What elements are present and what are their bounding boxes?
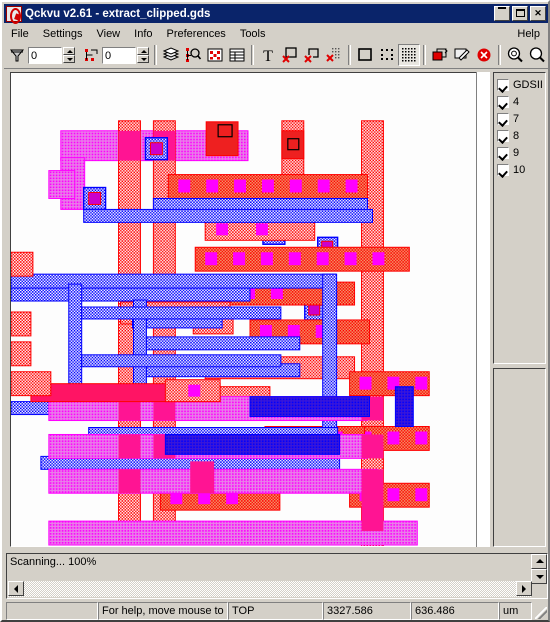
maximize-button[interactable] bbox=[512, 6, 528, 21]
delete-icon[interactable] bbox=[473, 44, 495, 66]
layer-row-4[interactable]: 4 bbox=[497, 93, 545, 110]
layout-drawing[interactable] bbox=[11, 73, 487, 546]
layer-label-4: 4 bbox=[513, 95, 520, 108]
menu-item-file[interactable]: File bbox=[4, 27, 36, 41]
close-button[interactable]: ✕ bbox=[530, 6, 546, 21]
window-controls: ✕ bbox=[494, 6, 548, 21]
status-units: um bbox=[499, 602, 532, 620]
title-bar: Qckvu v2.61 - extract_clipped.gds ✕ bbox=[4, 4, 548, 24]
status-x: 3327.586 bbox=[323, 602, 411, 620]
layer-label-7: 7 bbox=[513, 112, 520, 125]
depth-spinner[interactable]: 0 bbox=[28, 46, 75, 64]
level-input[interactable]: 0 bbox=[102, 46, 136, 64]
layer-checkbox-7[interactable] bbox=[497, 112, 509, 125]
status-help: For help, move mouse to n bbox=[98, 602, 228, 620]
layer-label-10: 10 bbox=[513, 163, 526, 176]
message-scroll-left[interactable] bbox=[8, 581, 24, 596]
layer-checkbox-9[interactable] bbox=[497, 146, 509, 159]
layer-checkbox-10[interactable] bbox=[497, 163, 509, 176]
status-cell: TOP bbox=[228, 602, 323, 620]
svg-text:T: T bbox=[263, 48, 273, 64]
hide-paths-icon[interactable] bbox=[301, 44, 323, 66]
layer-row-gdsii[interactable]: GDSII bbox=[497, 76, 545, 93]
layer-checkbox-4[interactable] bbox=[497, 95, 509, 108]
edit-layer-icon[interactable] bbox=[451, 44, 473, 66]
menu-item-info[interactable]: Info bbox=[127, 27, 159, 41]
window-title: Qckvu v2.61 - extract_clipped.gds bbox=[25, 7, 211, 20]
layer-list-panel: GDSII 4 7 8 9 10 bbox=[493, 72, 546, 364]
status-y: 636.486 bbox=[411, 602, 499, 620]
layer-checkbox-8[interactable] bbox=[497, 129, 509, 142]
minimize-button[interactable] bbox=[494, 6, 510, 21]
depth-input[interactable]: 0 bbox=[28, 46, 62, 64]
hide-boxes-icon[interactable] bbox=[279, 44, 301, 66]
layer-row-8[interactable]: 8 bbox=[497, 127, 545, 144]
level-spin-down[interactable] bbox=[137, 55, 149, 63]
layer-label-9: 9 bbox=[513, 146, 520, 159]
toolbar-separator bbox=[498, 45, 501, 65]
layer-label-gdsii: GDSII bbox=[513, 78, 543, 91]
copy-layer-icon[interactable] bbox=[429, 44, 451, 66]
cell-browser-icon[interactable] bbox=[182, 44, 204, 66]
layer-row-9[interactable]: 9 bbox=[497, 144, 545, 161]
menu-item-help[interactable]: Help bbox=[510, 27, 548, 41]
toolbar-separator bbox=[154, 45, 157, 65]
zoom-in-icon[interactable] bbox=[504, 44, 526, 66]
message-scroll-down[interactable] bbox=[531, 569, 547, 584]
layer-label-8: 8 bbox=[513, 129, 520, 142]
canvas-scroll-strip[interactable] bbox=[476, 72, 490, 547]
solid-fill-icon[interactable] bbox=[398, 44, 420, 66]
status-bar: For help, move mouse to n TOP 3327.586 6… bbox=[6, 602, 548, 620]
menu-item-settings[interactable]: Settings bbox=[36, 27, 90, 41]
status-blank bbox=[6, 602, 98, 620]
message-scroll-up[interactable] bbox=[531, 554, 547, 569]
application-window: Qckvu v2.61 - extract_clipped.gds ✕ File… bbox=[0, 0, 550, 622]
toolbar-separator bbox=[348, 45, 351, 65]
toolbar: 0 0 T bbox=[4, 42, 548, 69]
message-scroll-right[interactable] bbox=[516, 581, 532, 596]
message-vscrollbar[interactable] bbox=[531, 554, 547, 584]
hide-fill-icon[interactable] bbox=[323, 44, 345, 66]
depth-spin-down[interactable] bbox=[63, 55, 75, 63]
layout-canvas[interactable] bbox=[10, 72, 488, 547]
level-spin-up[interactable] bbox=[137, 47, 149, 55]
layer-row-7[interactable]: 7 bbox=[497, 110, 545, 127]
outline-mode-icon[interactable] bbox=[354, 44, 376, 66]
level-spinner[interactable]: 0 bbox=[102, 46, 149, 64]
menu-item-tools[interactable]: Tools bbox=[233, 27, 273, 41]
filter-depth-icon[interactable] bbox=[6, 44, 28, 66]
toolbar-separator bbox=[251, 45, 254, 65]
resize-grip[interactable] bbox=[532, 602, 548, 620]
message-pane: Scanning... 100% bbox=[6, 553, 548, 599]
top-right-contact-cell bbox=[281, 130, 305, 160]
menu-bar: File Settings View Info Preferences Tool… bbox=[4, 25, 548, 42]
app-icon bbox=[6, 5, 22, 24]
layers-icon[interactable] bbox=[160, 44, 182, 66]
toolbar-separator bbox=[423, 45, 426, 65]
hierarchy-level-icon[interactable] bbox=[80, 44, 102, 66]
layer-row-10[interactable]: 10 bbox=[497, 161, 545, 178]
message-hscrollbar[interactable] bbox=[8, 581, 532, 597]
zoom-out-icon[interactable] bbox=[526, 44, 548, 66]
table-icon[interactable] bbox=[226, 44, 248, 66]
message-text: Scanning... 100% bbox=[10, 556, 97, 568]
menu-item-preferences[interactable]: Preferences bbox=[160, 27, 233, 41]
secondary-layer-panel bbox=[493, 368, 546, 547]
layer-checkbox-gdsii[interactable] bbox=[497, 78, 509, 91]
top-contact-cell bbox=[205, 121, 239, 157]
depth-spin-up[interactable] bbox=[63, 47, 75, 55]
text-icon[interactable]: T bbox=[257, 44, 279, 66]
dotted-fill-icon[interactable] bbox=[376, 44, 398, 66]
layer-palette-icon[interactable] bbox=[204, 44, 226, 66]
menu-item-view[interactable]: View bbox=[89, 27, 127, 41]
